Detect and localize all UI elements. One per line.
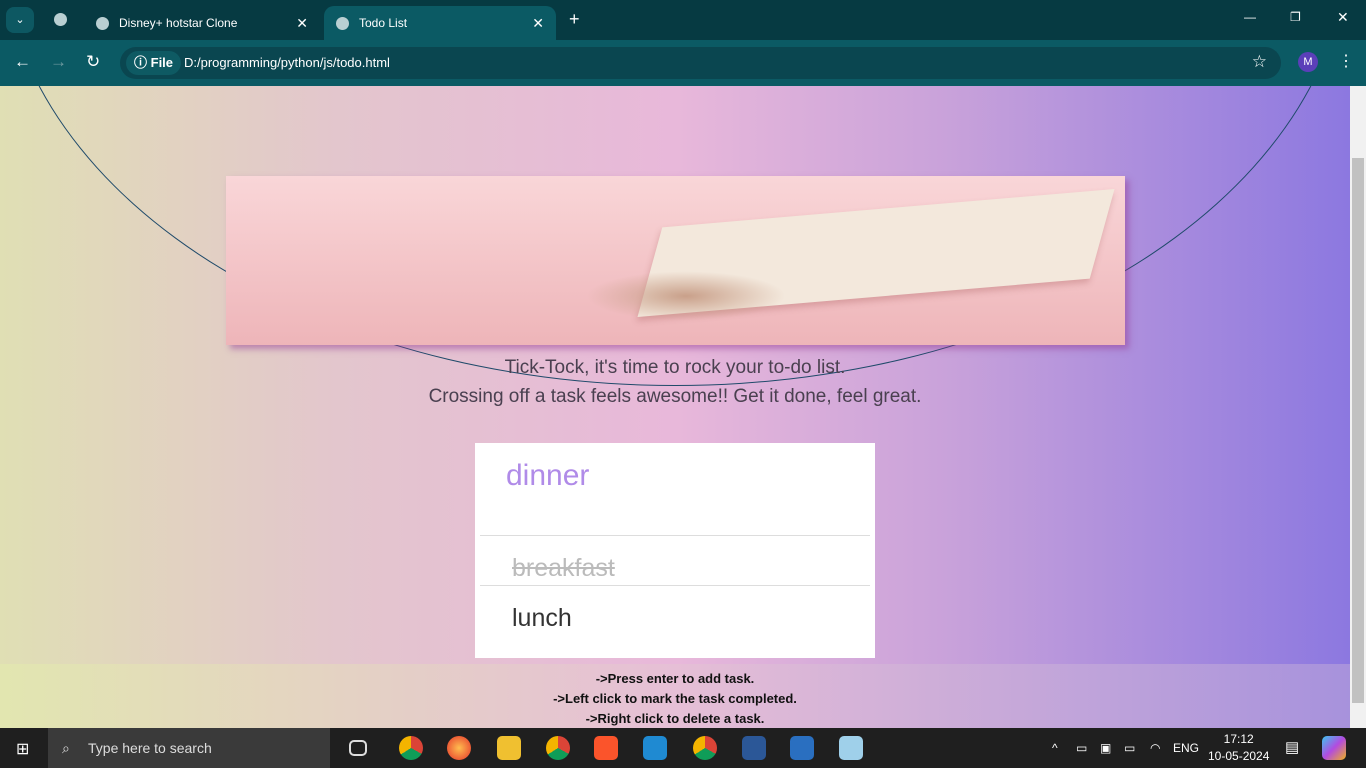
task-view-icon[interactable]: [349, 740, 367, 756]
banner-image: [226, 176, 1125, 345]
bookmark-star-icon[interactable]: ☆: [1252, 52, 1267, 72]
tagline-1: Tick-Tock, it's time to rock your to-do …: [504, 357, 846, 378]
globe-icon: [336, 16, 349, 30]
taskbar: ⊞ ⌕ Type here to search ^ ▭ ▣ ▭ ◠ ENG 17:…: [0, 728, 1366, 768]
globe-icon[interactable]: [54, 13, 67, 26]
forward-button[interactable]: →: [50, 52, 67, 72]
tab-todo[interactable]: Todo List ✕: [324, 6, 556, 40]
address-bar[interactable]: ⓘ File D:/programming/python/js/todo.htm…: [120, 47, 1281, 79]
show-hidden-icons[interactable]: ^: [1052, 741, 1058, 755]
url-text: D:/programming/python/js/todo.html: [184, 55, 390, 70]
restore-button[interactable]: ❐: [1290, 10, 1301, 24]
close-icon[interactable]: ✕: [296, 15, 308, 32]
instruction-line: ->Right click to delete a task.: [585, 711, 765, 726]
time: 17:12: [1223, 732, 1254, 746]
taskbar-search[interactable]: ⌕ Type here to search: [48, 728, 330, 768]
close-window-button[interactable]: ✕: [1337, 9, 1349, 26]
back-button[interactable]: ←: [14, 52, 31, 72]
copilot-icon[interactable]: [1322, 736, 1346, 760]
date: 10-05-2024: [1208, 749, 1270, 763]
search-icon: ⌕: [62, 740, 70, 756]
wifi-icon[interactable]: ◠: [1150, 741, 1160, 755]
instructions: ->Press enter to add task. ->Left click …: [0, 664, 1350, 728]
notifications-icon[interactable]: ▤: [1285, 738, 1299, 756]
flowers-illustration: [586, 271, 786, 321]
brave-icon[interactable]: [594, 736, 618, 760]
instruction-line: ->Press enter to add task.: [595, 671, 755, 686]
tab-title: Disney+ hotstar Clone: [119, 16, 238, 30]
reload-button[interactable]: ↻: [86, 52, 100, 72]
scheme-label: File: [150, 55, 174, 70]
task-input[interactable]: dinner: [480, 459, 870, 493]
tab-search-button[interactable]: ⌄: [6, 7, 34, 33]
powershell-icon[interactable]: [790, 736, 814, 760]
tagline-2: Crossing off a task feels awesome!! Get …: [428, 386, 922, 407]
battery-icon[interactable]: ▭: [1124, 741, 1135, 755]
tab-disney[interactable]: Disney+ hotstar Clone ✕: [84, 6, 320, 40]
new-tab-button[interactable]: +: [569, 9, 580, 30]
scrollbar-thumb[interactable]: [1352, 158, 1364, 703]
vscode-icon[interactable]: [643, 736, 667, 760]
chrome-profile-icon[interactable]: [546, 736, 570, 760]
tab-bar: ⌄ Disney+ hotstar Clone ✕ Todo List ✕ + …: [0, 0, 1366, 40]
profile-avatar[interactable]: M: [1298, 52, 1318, 72]
paint-icon[interactable]: [839, 736, 863, 760]
site-info-button[interactable]: ⓘ File: [126, 51, 182, 75]
windows-start-icon[interactable]: ⊞: [16, 739, 29, 759]
firefox-icon[interactable]: [447, 736, 471, 760]
language-indicator[interactable]: ENG: [1173, 741, 1199, 755]
todo-list: dinner breakfast lunch: [475, 443, 875, 658]
clock[interactable]: 17:12 10-05-2024: [1208, 731, 1269, 765]
scrollbar[interactable]: [1350, 86, 1366, 728]
display-icon[interactable]: ▣: [1100, 741, 1111, 755]
chrome-profile-2-icon[interactable]: [693, 736, 717, 760]
browser-toolbar: ← → ↻ ⓘ File D:/programming/python/js/to…: [0, 40, 1366, 86]
task-item[interactable]: lunch: [480, 585, 870, 633]
search-placeholder: Type here to search: [88, 740, 212, 756]
file-explorer-icon[interactable]: [497, 736, 521, 760]
tab-title: Todo List: [359, 16, 408, 30]
globe-icon: [96, 16, 109, 30]
todo-page: Tick-Tock, it's time to rock your to-do …: [0, 86, 1350, 728]
instruction-line: ->Left click to mark the task completed.: [553, 691, 797, 706]
camera-icon[interactable]: ▭: [1076, 741, 1087, 755]
chrome-icon[interactable]: [399, 736, 423, 760]
word-icon[interactable]: [742, 736, 766, 760]
menu-icon[interactable]: ⋮: [1338, 51, 1354, 71]
close-icon[interactable]: ✕: [532, 15, 544, 32]
minimize-button[interactable]: —: [1244, 10, 1256, 24]
